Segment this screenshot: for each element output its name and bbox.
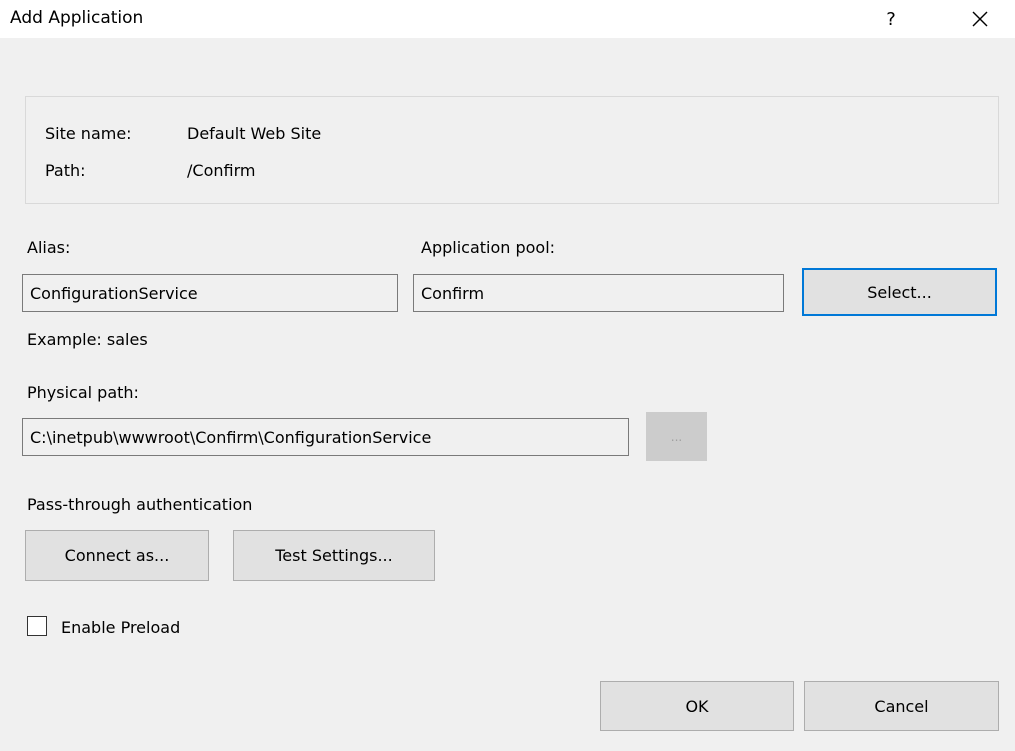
test-settings-button-label: Test Settings... [275, 546, 393, 565]
title-bar: Add Application ? [0, 0, 1015, 38]
site-info-panel [25, 96, 999, 204]
select-pool-button[interactable]: Select... [802, 268, 997, 316]
browse-path-button-label: ... [670, 429, 683, 444]
browse-path-button[interactable]: ... [646, 412, 707, 461]
path-label: Path: [45, 161, 86, 180]
connect-as-button[interactable]: Connect as... [25, 530, 209, 581]
connect-as-button-label: Connect as... [64, 546, 170, 565]
app-pool-label: Application pool: [421, 238, 556, 257]
help-icon: ? [886, 8, 896, 30]
test-settings-button[interactable]: Test Settings... [233, 530, 435, 581]
path-value: /Confirm [187, 161, 256, 180]
site-name-label: Site name: [45, 124, 132, 143]
alias-label: Alias: [27, 238, 71, 257]
select-pool-button-label: Select... [867, 282, 932, 302]
alias-example: Example: sales [27, 330, 148, 349]
enable-preload-label[interactable]: Enable Preload [61, 618, 180, 638]
cancel-button-label: Cancel [874, 696, 929, 716]
auth-label: Pass-through authentication [27, 495, 253, 514]
enable-preload-checkbox[interactable] [27, 616, 47, 636]
close-button[interactable] [957, 0, 1003, 38]
close-icon [972, 11, 988, 27]
alias-input[interactable] [22, 274, 398, 312]
help-button[interactable]: ? [868, 0, 914, 38]
physical-path-label: Physical path: [27, 383, 139, 402]
ok-button[interactable]: OK [600, 681, 794, 731]
site-name-value: Default Web Site [187, 124, 322, 143]
dialog-title: Add Application [10, 8, 144, 28]
cancel-button[interactable]: Cancel [804, 681, 999, 731]
ok-button-label: OK [685, 696, 709, 716]
physical-path-input[interactable] [22, 418, 629, 456]
app-pool-input[interactable] [413, 274, 784, 312]
